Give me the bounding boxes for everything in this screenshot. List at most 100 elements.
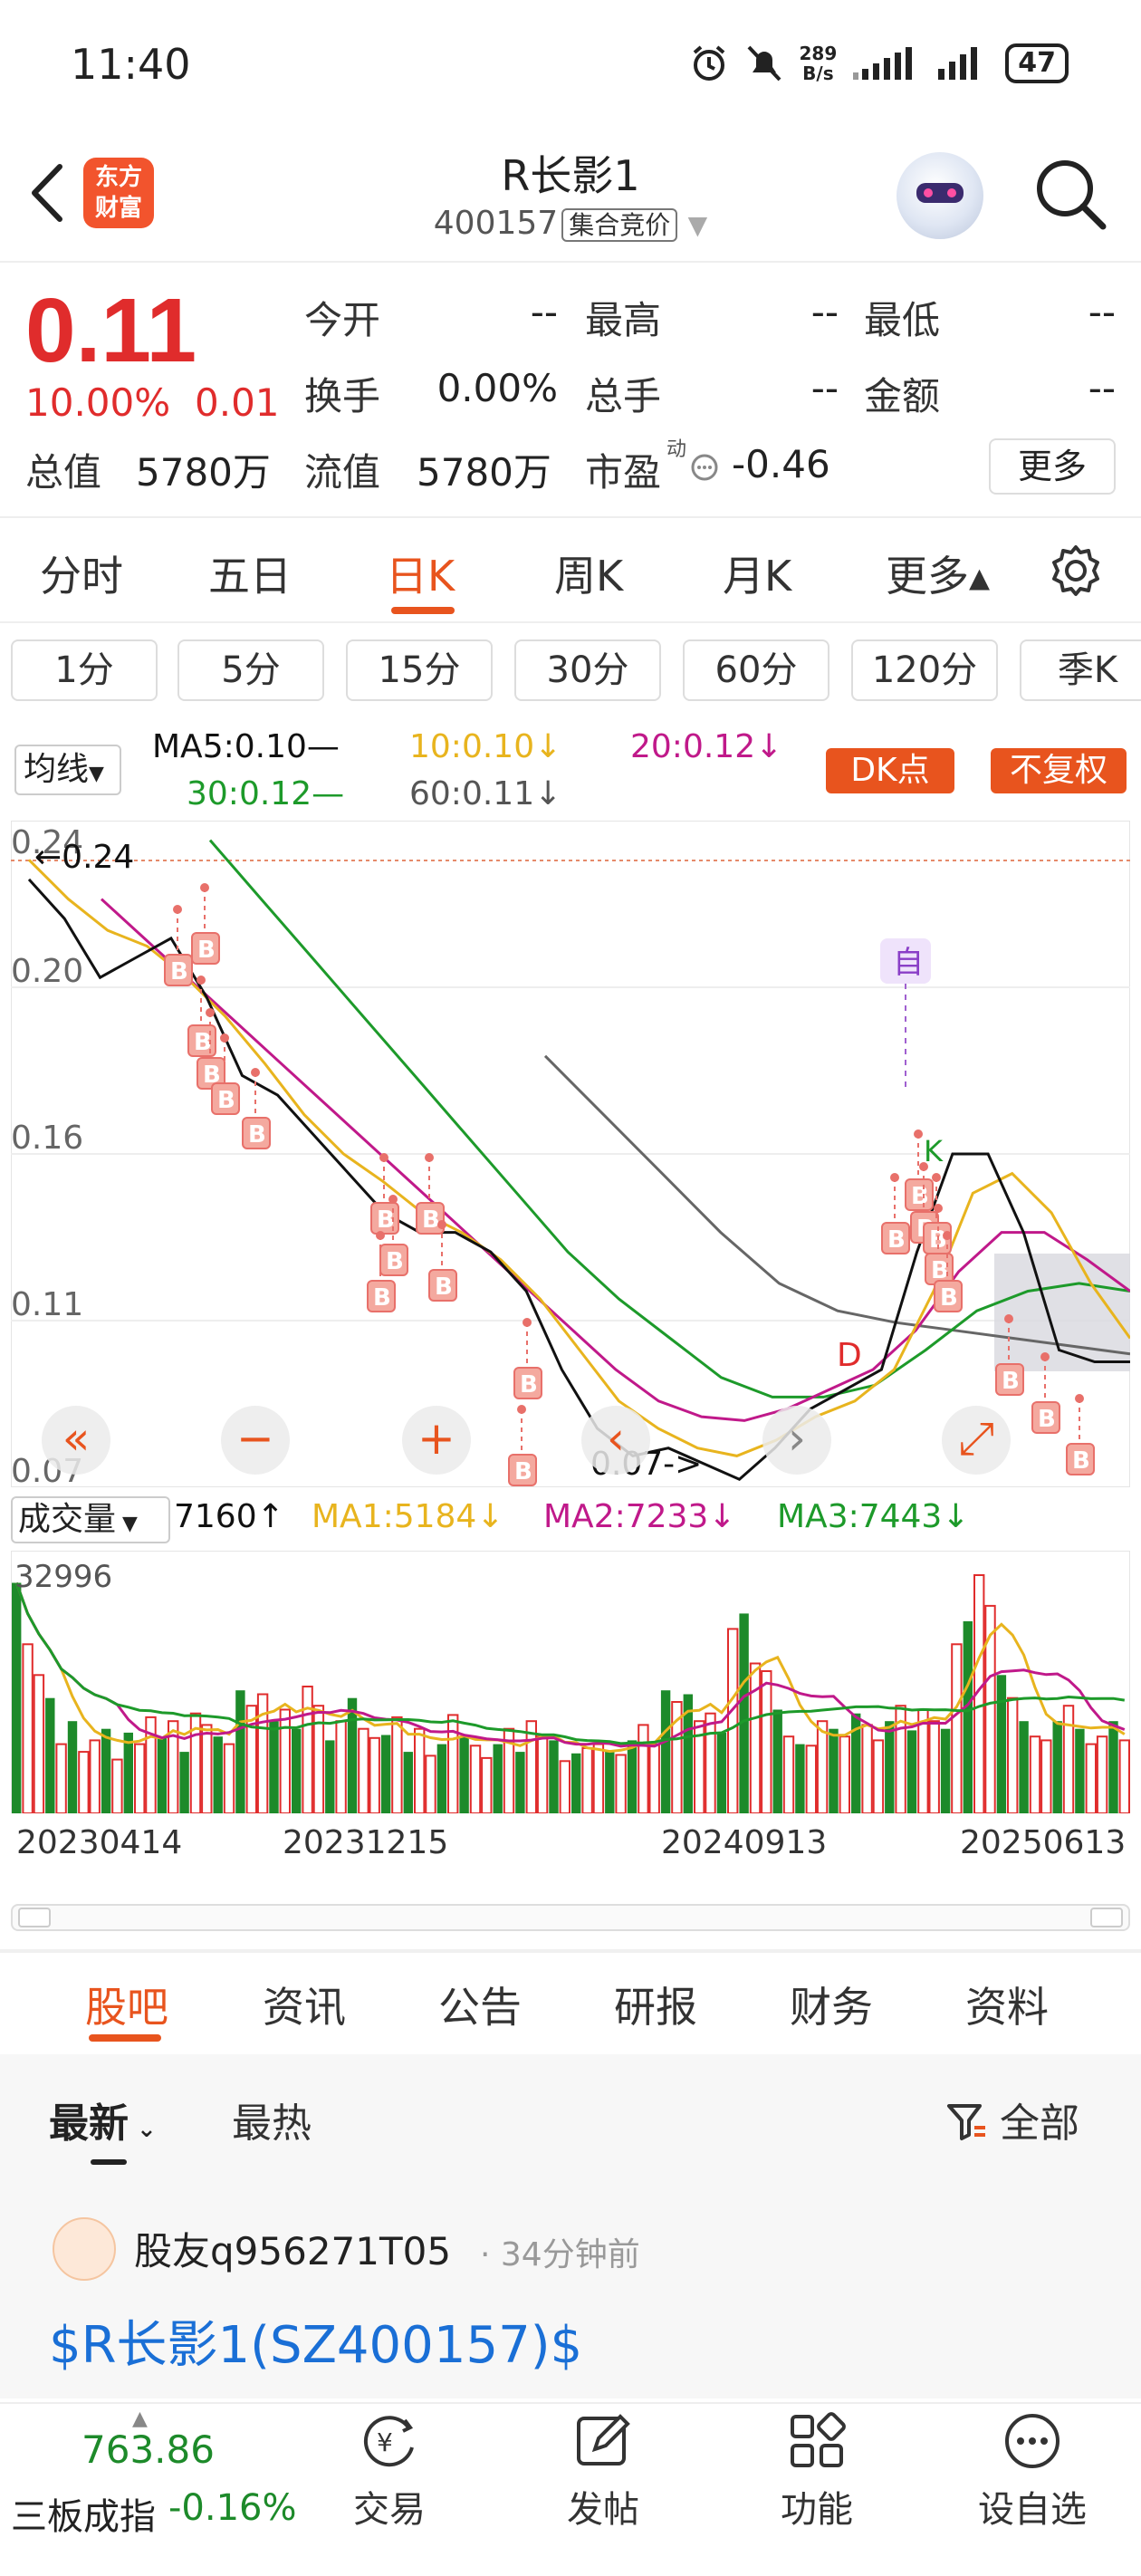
volume-bar [705,1712,716,1813]
stock-code: 400157 [433,205,559,242]
b-marker-label: B [373,1284,391,1312]
btn-60min[interactable]: 60分 [683,639,829,701]
grid-icon [791,2412,846,2467]
volume-bar [459,1736,469,1813]
volume-bar [1108,1721,1118,1813]
chevron-down-icon[interactable]: ▼ [688,210,708,240]
volume-bar [1075,1728,1085,1813]
tab-monthly-k[interactable]: 月K [723,543,791,603]
volume-chart[interactable]: 32996 [11,1551,1130,1813]
tab-daily-k[interactable]: 日K [386,543,455,603]
tab-guba[interactable]: 股吧 [85,1975,168,2034]
b-marker-label: B [911,1183,929,1210]
volume-bar [795,1744,805,1813]
volume-bar [414,1727,426,1813]
volume-bar [12,1582,22,1813]
nav-trade[interactable]: ¥ 交易 [317,2409,462,2533]
ma60-legend: 60:0.11↓ [409,775,562,812]
sort-latest[interactable]: 最新 ⌄ [49,2091,157,2148]
volume-bar [123,1732,133,1813]
gear-icon[interactable] [1049,543,1103,598]
index-value[interactable]: 763.86 [82,2427,215,2472]
post-author[interactable]: 股友q956271T05 [134,2221,451,2276]
chart-range-scrollbar[interactable] [11,1904,1130,1931]
volume-bar [515,1752,525,1813]
alarm-icon [693,45,724,81]
divider [0,621,1141,623]
more-button[interactable]: 更多 [989,438,1116,495]
robot-assistant-icon[interactable] [896,152,983,239]
avatar[interactable] [53,2217,116,2281]
quote-label: 今开 [304,298,381,342]
b-marker-dot [437,1220,446,1229]
total-value: 5780万 [136,450,271,495]
btn-15min[interactable]: 15分 [346,639,493,701]
volume-bar [325,1740,335,1813]
volume-bar [761,1670,772,1813]
volume-bar [1096,1735,1108,1813]
volume-bar [425,1754,436,1813]
volume-bar [716,1732,727,1813]
volume-bar [963,1620,973,1813]
tab-news[interactable]: 资讯 [263,1975,346,2034]
nav-add-watchlist[interactable]: 设自选 [960,2409,1105,2533]
volume-bar [347,1697,358,1813]
tab-research[interactable]: 研报 [614,1975,697,2034]
volume-bar [269,1721,279,1813]
volume-bar [111,1758,123,1813]
volume-bar [447,1714,459,1813]
pe-value: -0.46 [732,442,830,486]
sort-hot[interactable]: 最热 [232,2091,312,2148]
zoom-in-button[interactable]: + [402,1406,471,1475]
b-marker-label: B [386,1248,404,1275]
info-icon[interactable] [690,453,719,482]
ma-selector[interactable]: 均线▼ [14,745,121,795]
volume-selector[interactable]: 成交量 ▼ [11,1496,170,1543]
dk-point-button[interactable]: DK点 [826,748,954,793]
btn-120min[interactable]: 120分 [851,639,998,701]
b-marker-dot [523,1318,532,1327]
nav-functions[interactable]: 功能 [744,2409,889,2533]
volume-bar [78,1751,90,1813]
nav-post[interactable]: 发帖 [531,2409,676,2533]
tab-intraday[interactable]: 分时 [40,543,123,603]
tab-profile[interactable]: 资料 [965,1975,1049,2034]
scroll-handle-left[interactable] [18,1908,51,1927]
active-bottom-tab-indicator [89,2034,161,2042]
fullscreen-icon[interactable]: ⤢ [942,1406,1011,1475]
btn-5min[interactable]: 5分 [177,639,324,701]
btn-1min[interactable]: 1分 [11,639,158,701]
btn-quarterly-k[interactable]: 季K [1020,639,1141,701]
index-name[interactable]: 三板成指 [11,2487,156,2540]
scroll-right-button[interactable]: › [762,1406,831,1475]
filter-button[interactable]: 全部 [945,2091,1079,2148]
auction-tag: 集合竞价 [561,208,678,242]
volume-bar [1007,1697,1019,1813]
scroll-left-button[interactable]: ‹ [581,1406,650,1475]
post-content-link[interactable]: $R长影1(SZ400157)$ [49,2304,582,2378]
x-tick-label: 20231215 [283,1824,449,1861]
volume-bar [839,1735,850,1813]
change-percent: 10.00% [25,380,171,425]
zoom-out-button[interactable]: − [221,1406,290,1475]
no-adjust-button[interactable]: 不复权 [991,748,1127,793]
status-time: 11:40 [71,40,191,89]
self-select-text: 自 [893,945,924,981]
volume-bar [861,1724,873,1813]
scroll-handle-right[interactable] [1090,1908,1123,1927]
b-marker-label: B [194,1029,212,1056]
tab-more[interactable]: 更多▴ [886,543,990,603]
quote-value: -- [810,290,839,334]
b-marker-label: B [377,1206,395,1234]
scroll-left-fast-button[interactable]: « [42,1406,110,1475]
tab-weekly-k[interactable]: 周K [554,543,623,603]
signal-icon [853,47,913,80]
tab-finance[interactable]: 财务 [790,1975,873,2034]
float-value-label: 流值 [304,450,381,495]
kline-chart[interactable]: BBBBBBBBBBBBBBBBBBBBBB 0.24 0.20 0.16 0.… [11,821,1130,1487]
btn-30min[interactable]: 30分 [514,639,661,701]
b-marker-dot [934,1204,943,1213]
tab-announcements[interactable]: 公告 [438,1975,522,2034]
search-icon[interactable] [1032,156,1108,232]
tab-five-day[interactable]: 五日 [208,543,292,603]
